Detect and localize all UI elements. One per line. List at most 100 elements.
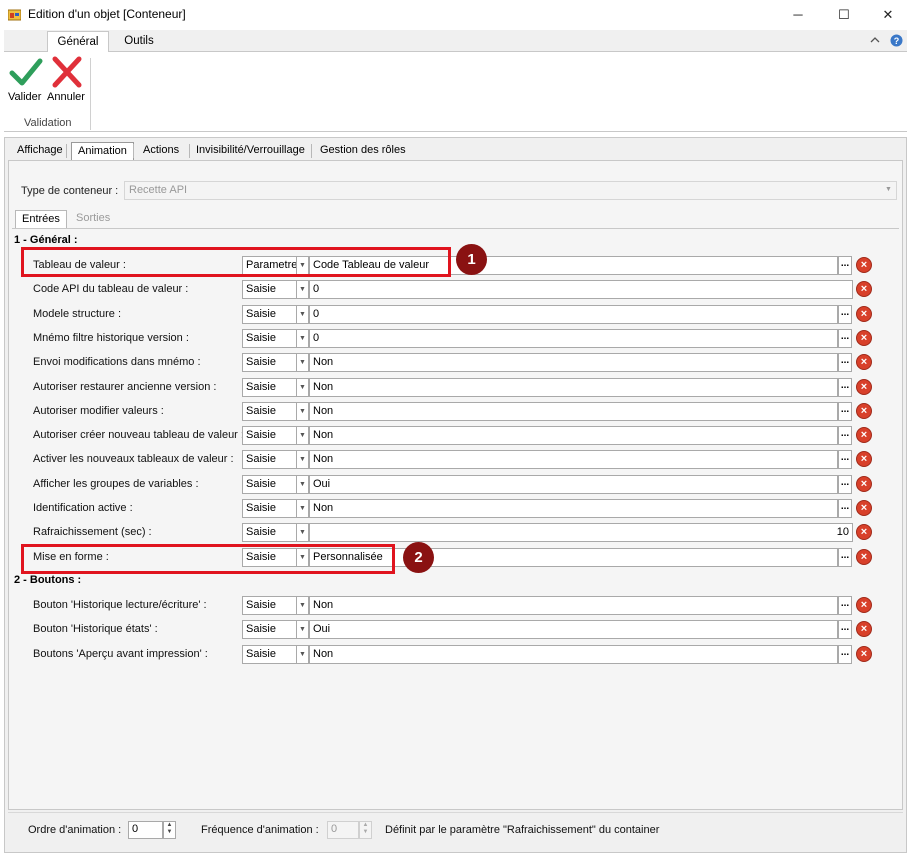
- value-field[interactable]: Non: [309, 645, 838, 664]
- mode-select[interactable]: Saisie: [242, 620, 297, 639]
- badge-2: 2: [403, 542, 434, 573]
- ordre-input[interactable]: 0: [128, 821, 163, 839]
- mode-select[interactable]: Saisie: [242, 305, 297, 324]
- property-label: Bouton 'Historique lecture/écriture' :: [33, 599, 207, 611]
- property-label: Bouton 'Historique états' :: [33, 623, 158, 635]
- chevron-down-icon[interactable]: ▼: [296, 620, 309, 639]
- mode-select[interactable]: Saisie: [242, 450, 297, 469]
- chevron-down-icon[interactable]: ▼: [296, 378, 309, 397]
- value-field[interactable]: Non: [309, 402, 838, 421]
- delete-icon[interactable]: ×: [856, 379, 872, 395]
- ellipsis-button[interactable]: ...: [838, 378, 852, 397]
- chevron-down-icon[interactable]: ▼: [296, 523, 309, 542]
- chevron-up-icon[interactable]: [870, 36, 880, 44]
- help-icon[interactable]: ?: [890, 34, 903, 47]
- delete-icon[interactable]: ×: [856, 621, 872, 637]
- tab-animation[interactable]: Animation: [71, 142, 134, 160]
- delete-icon[interactable]: ×: [856, 451, 872, 467]
- ellipsis-button[interactable]: ...: [838, 548, 852, 567]
- delete-icon[interactable]: ×: [856, 597, 872, 613]
- delete-icon[interactable]: ×: [856, 500, 872, 516]
- delete-icon[interactable]: ×: [856, 549, 872, 565]
- ellipsis-button[interactable]: ...: [838, 256, 852, 275]
- chevron-down-icon[interactable]: ▼: [296, 499, 309, 518]
- chevron-down-icon[interactable]: ▼: [296, 450, 309, 469]
- value-field[interactable]: Non: [309, 596, 838, 615]
- minimize-button[interactable]: ─: [775, 0, 821, 30]
- mode-select[interactable]: Saisie: [242, 499, 297, 518]
- delete-icon[interactable]: ×: [856, 403, 872, 419]
- ordre-spinner[interactable]: ▲ ▼: [163, 821, 176, 839]
- mode-select[interactable]: Saisie: [242, 329, 297, 348]
- mode-select[interactable]: Saisie: [242, 645, 297, 664]
- ellipsis-button[interactable]: ...: [838, 450, 852, 469]
- property-label: Activer les nouveaux tableaux de valeur …: [33, 453, 234, 465]
- tab-actions[interactable]: Actions: [137, 142, 185, 160]
- mode-select[interactable]: Saisie: [242, 475, 297, 494]
- mode-select[interactable]: Saisie: [242, 402, 297, 421]
- value-field[interactable]: Non: [309, 450, 838, 469]
- subtab-entrees[interactable]: Entrées: [15, 210, 67, 228]
- subtab-sorties[interactable]: Sorties: [70, 210, 116, 228]
- mode-select[interactable]: Saisie: [242, 426, 297, 445]
- delete-icon[interactable]: ×: [856, 354, 872, 370]
- delete-icon[interactable]: ×: [856, 281, 872, 297]
- chevron-down-icon[interactable]: ▼: [296, 475, 309, 494]
- mode-select[interactable]: Saisie: [242, 353, 297, 372]
- value-field[interactable]: Oui: [309, 475, 838, 494]
- value-field[interactable]: 10: [309, 523, 853, 542]
- delete-icon[interactable]: ×: [856, 476, 872, 492]
- delete-icon[interactable]: ×: [856, 306, 872, 322]
- chevron-down-icon[interactable]: ▼: [296, 329, 309, 348]
- ellipsis-button[interactable]: ...: [838, 329, 852, 348]
- chevron-down-icon[interactable]: ▼: [296, 305, 309, 324]
- close-button[interactable]: ✕: [865, 0, 911, 30]
- value-field[interactable]: 0: [309, 329, 838, 348]
- frequence-note: Définit par le paramètre "Rafraichisseme…: [385, 824, 660, 836]
- delete-icon[interactable]: ×: [856, 524, 872, 540]
- maximize-button[interactable]: ☐: [821, 0, 867, 30]
- delete-icon[interactable]: ×: [856, 427, 872, 443]
- property-label: Code API du tableau de valeur :: [33, 283, 189, 295]
- container-type-combo[interactable]: Recette API: [124, 181, 897, 200]
- chevron-down-icon[interactable]: ▼: [296, 280, 309, 299]
- tab-gestion-roles[interactable]: Gestion des rôles: [314, 142, 412, 160]
- delete-icon[interactable]: ×: [856, 646, 872, 662]
- ribbon-tab-outils[interactable]: Outils: [112, 31, 166, 53]
- ellipsis-button[interactable]: ...: [838, 596, 852, 615]
- property-label: Mnémo filtre historique version :: [33, 332, 189, 344]
- ellipsis-button[interactable]: ...: [838, 620, 852, 639]
- value-field[interactable]: Non: [309, 378, 838, 397]
- value-field[interactable]: Non: [309, 499, 838, 518]
- value-field[interactable]: Oui: [309, 620, 838, 639]
- ellipsis-button[interactable]: ...: [838, 645, 852, 664]
- mode-select[interactable]: Saisie: [242, 596, 297, 615]
- tab-affichage[interactable]: Affichage: [11, 142, 69, 160]
- ellipsis-button[interactable]: ...: [838, 353, 852, 372]
- chevron-down-icon[interactable]: ▼: [296, 426, 309, 445]
- tab-separator: [133, 144, 134, 158]
- tab-invisibilite[interactable]: Invisibilité/Verrouillage: [190, 142, 311, 160]
- value-field[interactable]: 0: [309, 305, 838, 324]
- ellipsis-button[interactable]: ...: [838, 426, 852, 445]
- mode-select[interactable]: Saisie: [242, 523, 297, 542]
- section-title: 2 - Boutons :: [14, 574, 82, 586]
- value-field[interactable]: Non: [309, 353, 838, 372]
- ellipsis-button[interactable]: ...: [838, 475, 852, 494]
- mode-select[interactable]: Saisie: [242, 378, 297, 397]
- chevron-down-icon[interactable]: ▼: [296, 596, 309, 615]
- value-field[interactable]: Non: [309, 426, 838, 445]
- value-field[interactable]: 0: [309, 280, 853, 299]
- ellipsis-button[interactable]: ...: [838, 402, 852, 421]
- ellipsis-button[interactable]: ...: [838, 305, 852, 324]
- delete-icon[interactable]: ×: [856, 330, 872, 346]
- chevron-down-icon[interactable]: ▼: [296, 645, 309, 664]
- mode-select[interactable]: Saisie: [242, 280, 297, 299]
- delete-icon[interactable]: ×: [856, 257, 872, 273]
- chevron-down-icon[interactable]: ▼: [296, 402, 309, 421]
- chevron-down-icon[interactable]: ▼: [296, 353, 309, 372]
- highlight-box-1: [21, 247, 451, 277]
- property-label: Afficher les groupes de variables :: [33, 478, 199, 490]
- ellipsis-button[interactable]: ...: [838, 499, 852, 518]
- ribbon-tab-general[interactable]: Général: [47, 31, 109, 53]
